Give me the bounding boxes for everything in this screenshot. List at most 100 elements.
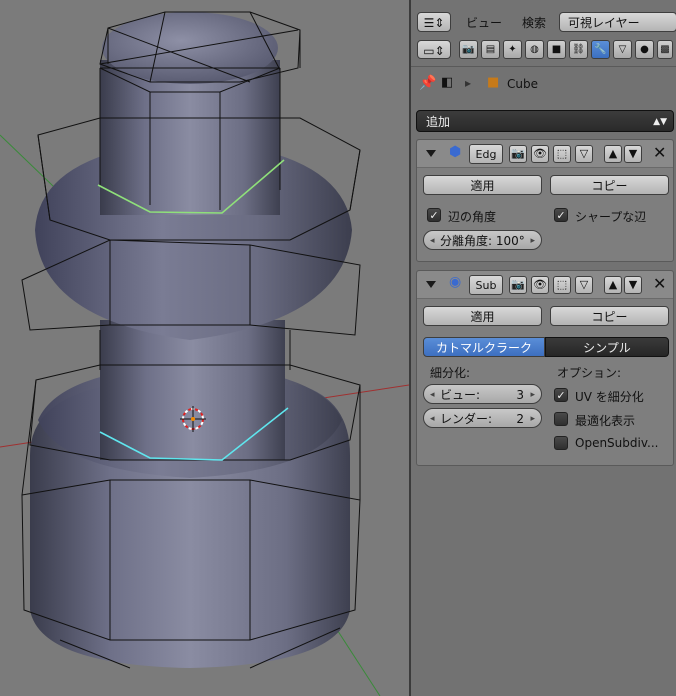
object-name: Cube xyxy=(507,77,538,91)
pin-icon[interactable]: 📌 xyxy=(419,75,436,91)
modifier-header: ⬢ Edg 📷 👁 ⬚ ▽ ▲ ▼ ✕ xyxy=(417,140,673,168)
subsurf-icon: ◉ xyxy=(449,274,462,290)
sharp-edges-label: シャープな辺 xyxy=(575,210,647,224)
editmode-icon[interactable]: ⬚ xyxy=(553,145,571,163)
scene-tab[interactable]: ✦ xyxy=(503,40,522,59)
view-levels-value: 3 xyxy=(516,388,524,402)
uv-subdivide-checkbox[interactable]: ✓ xyxy=(554,388,568,402)
add-modifier-dropdown[interactable]: 追加 ▲▼ xyxy=(416,110,674,132)
modifier-name-field[interactable]: Sub xyxy=(469,275,503,295)
properties-editor: ☰⇕ ビュー 検索 可視レイヤー ▭⇕ 📷 ▤ ✦ ◍ ■ ⛓ 🔧 ▽ ● ▩ … xyxy=(411,0,676,696)
cube-data-icon: ◧ xyxy=(441,75,454,90)
decrement-arrow-icon[interactable]: ◂ xyxy=(430,409,435,429)
copy-label: コピー xyxy=(591,310,628,324)
render-layers-tab[interactable]: ▤ xyxy=(481,40,500,59)
subdivisions-label: 細分化: xyxy=(430,366,471,380)
menu-view[interactable]: ビュー xyxy=(466,14,502,31)
texture-tab[interactable]: ▩ xyxy=(657,40,673,59)
breadcrumb: 📌 ◧ ▸ ■ Cube xyxy=(417,74,667,94)
simple-label: シンプル xyxy=(583,341,631,355)
catmull-clark-label: カトマルクラーク xyxy=(435,341,532,355)
modifier-name: Sub xyxy=(475,279,497,292)
render-tab[interactable]: 📷 xyxy=(459,40,478,59)
data-tab[interactable]: ▽ xyxy=(613,40,632,59)
constraints-tab[interactable]: ⛓ xyxy=(569,40,588,59)
context-menu-button[interactable]: ▭⇕ xyxy=(417,40,451,59)
add-modifier-label: 追加 xyxy=(426,115,451,129)
material-tab[interactable]: ● xyxy=(635,40,654,59)
link-icon: ⛓ xyxy=(572,44,585,55)
material-icon: ● xyxy=(640,44,649,55)
subdivision-modifier-panel: ◉ Sub 📷 👁 ⬚ ▽ ▲ ▼ ✕ 適用 コピー カトマルクラーク シンプル… xyxy=(416,270,674,466)
simple-option[interactable]: シンプル xyxy=(545,337,669,357)
mesh-data-icon: ▽ xyxy=(618,44,627,55)
modifier-name: Edg xyxy=(475,148,497,161)
3d-viewport[interactable] xyxy=(0,0,409,696)
copy-button[interactable]: コピー xyxy=(550,175,669,195)
cage-icon[interactable]: ▽ xyxy=(575,276,593,294)
decrement-arrow-icon[interactable]: ◂ xyxy=(430,385,435,405)
modifier-header: ◉ Sub 📷 👁 ⬚ ▽ ▲ ▼ ✕ xyxy=(417,271,673,299)
visible-layer-dropdown[interactable]: 可視レイヤー xyxy=(559,12,676,32)
layers-icon: ▤ xyxy=(485,44,496,55)
edge-angle-checkbox[interactable]: ✓ xyxy=(427,208,441,222)
world-tab[interactable]: ◍ xyxy=(525,40,544,59)
render-levels-value: 2 xyxy=(516,412,524,426)
move-up-icon[interactable]: ▲ xyxy=(604,276,622,294)
optimal-display-checkbox[interactable] xyxy=(554,412,568,426)
opensubdiv-checkbox[interactable] xyxy=(554,436,568,450)
apply-button[interactable]: 適用 xyxy=(423,175,542,195)
render-levels-label: レンダー: xyxy=(440,412,493,426)
edge-angle-label: 辺の角度 xyxy=(448,210,497,224)
editor-type-button[interactable]: ☰⇕ xyxy=(417,12,451,32)
uv-subdivide-label: UV を細分化 xyxy=(575,390,644,404)
object-tab[interactable]: ■ xyxy=(547,40,566,59)
split-angle-field[interactable]: ◂ 分離角度: 100° ▸ xyxy=(423,230,542,250)
world-icon: ◍ xyxy=(530,44,539,55)
increment-arrow-icon[interactable]: ▸ xyxy=(530,385,535,405)
decrement-arrow-icon[interactable]: ◂ xyxy=(430,231,435,251)
modifier-name-field[interactable]: Edg xyxy=(469,144,503,164)
copy-label: コピー xyxy=(591,179,628,193)
wrench-icon: 🔧 xyxy=(594,44,607,55)
cage-icon[interactable]: ▽ xyxy=(575,145,593,163)
move-down-icon[interactable]: ▼ xyxy=(624,276,642,294)
camera-icon: 📷 xyxy=(462,44,475,55)
increment-arrow-icon[interactable]: ▸ xyxy=(530,409,535,429)
move-up-icon[interactable]: ▲ xyxy=(604,145,622,163)
apply-label: 適用 xyxy=(470,310,495,324)
edge-split-icon: ⬢ xyxy=(449,144,462,160)
optimal-display-label: 最適化表示 xyxy=(575,414,636,428)
increment-arrow-icon[interactable]: ▸ xyxy=(530,231,535,251)
view-levels-field[interactable]: ◂ ビュー: 3 ▸ xyxy=(423,384,542,404)
render-toggle-icon[interactable]: 📷 xyxy=(509,145,527,163)
display-mode-icon: ▭⇕ xyxy=(423,44,445,58)
apply-button[interactable]: 適用 xyxy=(423,306,542,326)
render-toggle-icon[interactable]: 📷 xyxy=(509,276,527,294)
catmull-clark-option[interactable]: カトマルクラーク xyxy=(423,337,545,357)
copy-button[interactable]: コピー xyxy=(550,306,669,326)
remove-modifier-icon[interactable]: ✕ xyxy=(653,143,666,162)
sharp-edges-checkbox[interactable]: ✓ xyxy=(554,208,568,222)
cube-object-icon: ■ xyxy=(551,44,562,55)
dropdown-arrows-icon: ▲▼ xyxy=(653,117,667,127)
editmode-icon[interactable]: ⬚ xyxy=(553,276,571,294)
viewport-visibility-icon[interactable]: 👁 xyxy=(531,276,549,294)
properties-header: ☰⇕ ビュー 検索 可視レイヤー ▭⇕ 📷 ▤ ✦ ◍ ■ ⛓ 🔧 ▽ ● ▩ xyxy=(411,0,676,67)
modifiers-tab[interactable]: 🔧 xyxy=(591,40,610,59)
scene-icon: ✦ xyxy=(508,44,517,55)
collapse-triangle-icon[interactable] xyxy=(426,281,436,288)
remove-modifier-icon[interactable]: ✕ xyxy=(653,274,666,293)
texture-icon: ▩ xyxy=(660,44,670,55)
visible-layer-label: 可視レイヤー xyxy=(568,16,640,30)
viewport-visibility-icon[interactable]: 👁 xyxy=(531,145,549,163)
menu-search[interactable]: 検索 xyxy=(522,14,546,31)
breadcrumb-arrow-icon: ▸ xyxy=(465,76,472,90)
edge-split-modifier-panel: ⬢ Edg 📷 👁 ⬚ ▽ ▲ ▼ ✕ 適用 コピー ✓ 辺の角度 ✓ シャープ… xyxy=(416,139,674,262)
apply-label: 適用 xyxy=(470,179,495,193)
render-levels-field[interactable]: ◂ レンダー: 2 ▸ xyxy=(423,408,542,428)
view-levels-label: ビュー: xyxy=(440,388,481,402)
object-cube-icon: ■ xyxy=(487,75,500,90)
collapse-triangle-icon[interactable] xyxy=(426,150,436,157)
move-down-icon[interactable]: ▼ xyxy=(624,145,642,163)
